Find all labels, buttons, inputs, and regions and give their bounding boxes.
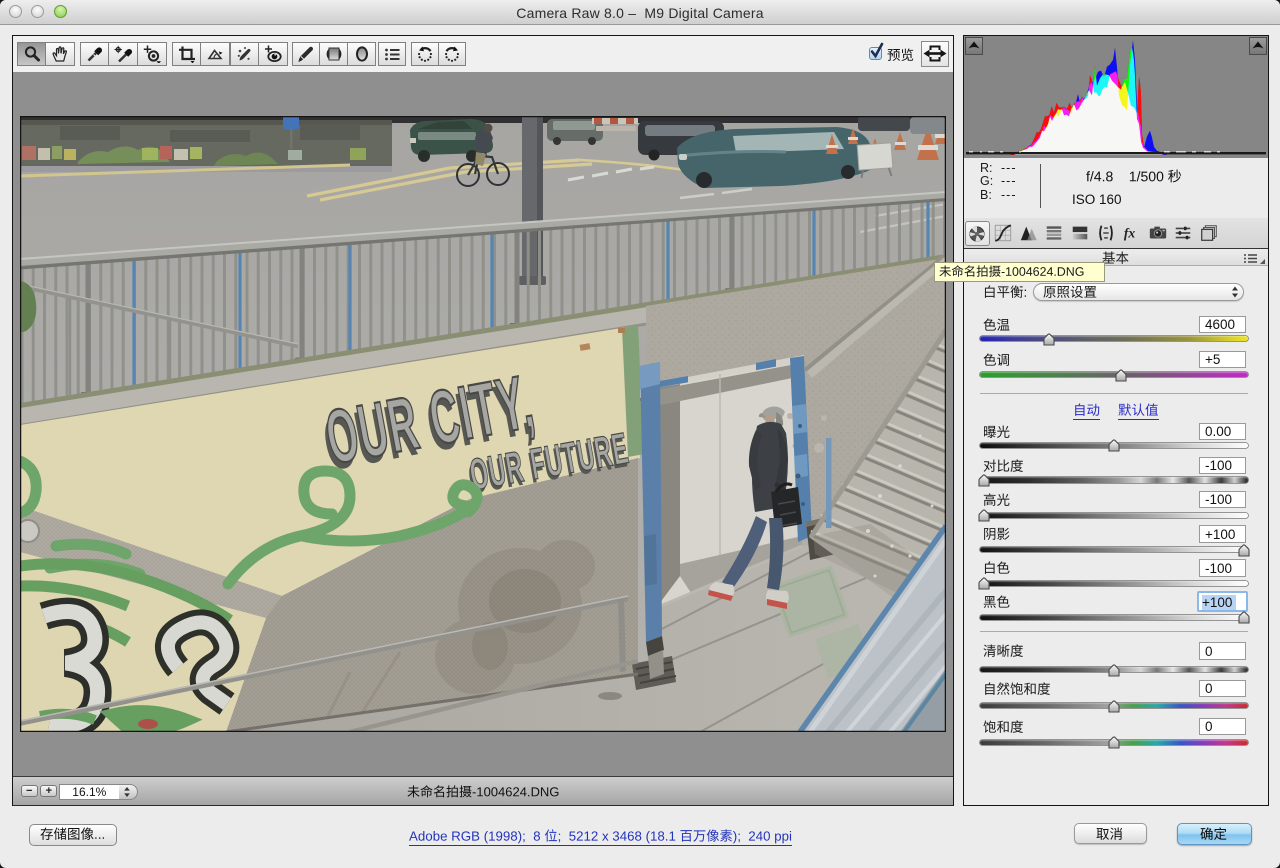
svg-text:fx: fx: [1124, 225, 1136, 240]
